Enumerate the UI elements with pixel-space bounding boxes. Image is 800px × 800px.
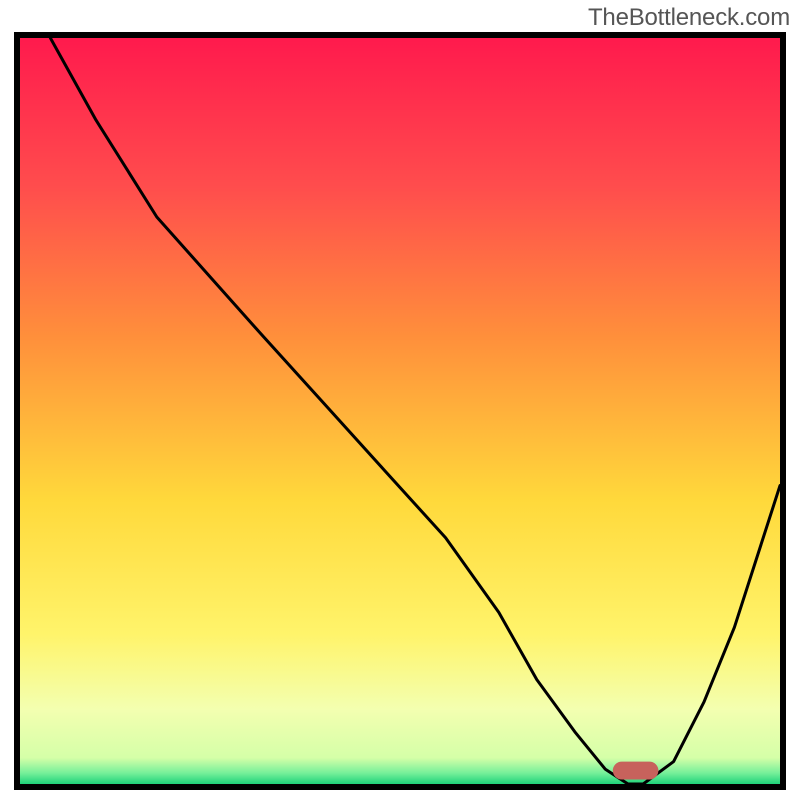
plot-area [20, 38, 780, 784]
watermark-text: TheBottleneck.com [588, 4, 790, 32]
plot-border [14, 32, 786, 790]
optimal-marker [613, 762, 659, 780]
chart-svg [20, 38, 780, 784]
chart-frame: TheBottleneck.com [0, 0, 800, 800]
gradient-background [20, 38, 780, 784]
